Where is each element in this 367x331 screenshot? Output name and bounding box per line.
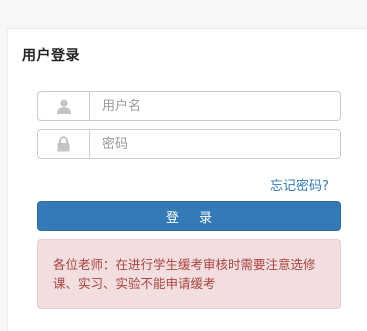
username-input-group [37,91,341,121]
password-input[interactable] [89,129,341,159]
notice-text: 各位老师：在进行学生缓考审核时需要注意选修课、实习、实验不能申请缓考 [53,257,316,291]
login-button[interactable]: 登 录 [37,201,341,231]
notice-alert: 各位老师：在进行学生缓考审核时需要注意选修课、实习、实验不能申请缓考 [37,239,341,309]
password-input-group [37,129,341,159]
user-icon [37,91,89,121]
lock-icon [37,129,89,159]
login-title: 用户登录 [22,48,80,64]
username-input[interactable] [89,91,341,121]
forgot-password-link[interactable]: 忘记密码? [270,175,329,194]
